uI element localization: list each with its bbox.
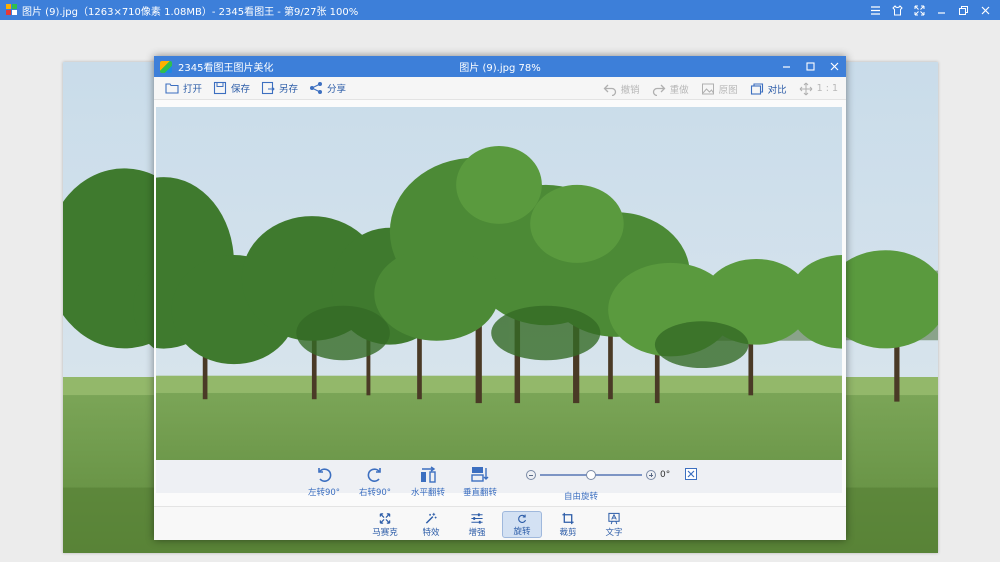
viewer-title-bar: 图片 (9).jpg（1263×710像素 1.08MB）- 2345看图王 -… xyxy=(0,0,1000,20)
crop-icon xyxy=(562,512,574,525)
minimize-icon[interactable] xyxy=(930,0,952,20)
editor-window-controls xyxy=(774,56,846,77)
rotate-panel: 左转90° 右转90° 水平翻转 垂直翻转 0° 自由旋转 xyxy=(156,460,842,502)
editor-image-canvas[interactable] xyxy=(156,107,842,460)
save-as-label: 另存 xyxy=(279,84,299,95)
editor-app-name: 2345看图王图片美化 xyxy=(178,63,274,74)
tab-enhance[interactable]: 增强 xyxy=(457,511,497,538)
editor-minimize-icon[interactable] xyxy=(774,56,798,77)
move-icon xyxy=(799,82,813,95)
share-button[interactable]: 分享 xyxy=(309,81,346,95)
editor-toolbar: 打开 保存 另存 分享 撤销 重做 原图 对比 1: 1 xyxy=(154,77,846,100)
save-as-button[interactable]: 另存 xyxy=(261,81,298,95)
reset-icon xyxy=(687,470,695,478)
compare-label: 对比 xyxy=(767,84,787,96)
slider-track[interactable] xyxy=(540,470,642,480)
tab-mosaic[interactable]: 马赛克 xyxy=(365,511,405,538)
editor-window: 2345看图王图片美化 图片 (9).jpg 78% 打开 保存 另存 分享 撤… xyxy=(154,56,846,540)
rotate-left-label: 左转90° xyxy=(307,488,341,498)
tab-enhance-label: 增强 xyxy=(468,528,486,538)
restore-icon[interactable] xyxy=(952,0,974,20)
tab-effects[interactable]: 特效 xyxy=(411,511,451,538)
viewer-window-controls xyxy=(864,0,996,20)
rotate-left-button[interactable]: 左转90° xyxy=(299,464,349,498)
save-icon xyxy=(213,81,227,95)
undo-label: 撤销 xyxy=(620,84,640,96)
flip-horizontal-icon xyxy=(421,466,436,483)
open-label: 打开 xyxy=(183,84,203,95)
rotate-right-label: 右转90° xyxy=(358,488,392,498)
flip-horizontal-button[interactable]: 水平翻转 xyxy=(403,464,453,498)
free-rotate-label: 自由旋转 xyxy=(564,492,599,502)
redo-label: 重做 xyxy=(669,84,689,96)
editor-maximize-icon[interactable] xyxy=(798,56,822,77)
edited-photo xyxy=(156,107,842,460)
tab-text[interactable]: 文字 xyxy=(594,511,634,538)
sliders-icon xyxy=(471,513,483,524)
share-icon xyxy=(310,82,323,94)
text-icon xyxy=(608,512,620,525)
one-to-one-button[interactable]: 1 : 1 xyxy=(799,82,838,96)
minus-icon[interactable] xyxy=(526,470,536,480)
open-button[interactable]: 打开 xyxy=(165,81,202,95)
share-label: 分享 xyxy=(327,84,347,95)
editor-title-bar[interactable]: 2345看图王图片美化 图片 (9).jpg 78% xyxy=(154,56,846,77)
folder-icon xyxy=(165,83,179,94)
toolbar-right-group: 撤销 重做 原图 对比 1 : 1 xyxy=(591,77,838,100)
rotate-right-icon xyxy=(367,468,381,482)
plus-icon[interactable] xyxy=(646,470,656,480)
menu-icon[interactable] xyxy=(864,0,886,20)
compare-button[interactable]: 对比 xyxy=(750,82,787,96)
editor-logo-icon xyxy=(160,60,172,73)
tab-crop-label: 裁剪 xyxy=(559,528,577,538)
flip-vertical-button[interactable]: 垂直翻转 xyxy=(455,464,505,498)
original-button[interactable]: 原图 xyxy=(701,82,738,96)
viewer-window-title: 图片 (9).jpg（1263×710像素 1.08MB）- 2345看图王 -… xyxy=(22,6,359,18)
close-icon[interactable] xyxy=(974,0,996,20)
editor-close-icon[interactable] xyxy=(822,56,846,77)
compare-icon xyxy=(750,82,763,95)
undo-icon xyxy=(603,84,616,96)
tab-mosaic-label: 马赛克 xyxy=(372,528,398,538)
rotate-icon xyxy=(518,514,527,523)
rotate-right-button[interactable]: 右转90° xyxy=(350,464,400,498)
save-label: 保存 xyxy=(231,84,251,95)
flip-horizontal-label: 水平翻转 xyxy=(410,488,445,498)
redo-button[interactable]: 重做 xyxy=(652,82,689,96)
skin-icon[interactable] xyxy=(886,0,908,20)
redo-icon xyxy=(652,84,666,96)
mosaic-icon xyxy=(379,513,391,524)
save-button[interactable]: 保存 xyxy=(213,81,250,95)
original-image-icon xyxy=(701,83,714,94)
tab-rotate[interactable]: 旋转 xyxy=(502,511,542,538)
tab-crop[interactable]: 裁剪 xyxy=(548,511,588,538)
slider-thumb[interactable] xyxy=(586,470,596,480)
undo-button[interactable]: 撤销 xyxy=(603,82,640,96)
fullscreen-icon[interactable] xyxy=(908,0,930,20)
angle-slider[interactable] xyxy=(526,468,656,482)
editor-tool-tabs: 马赛克 特效 增强 旋转 裁剪 文字 xyxy=(154,506,846,540)
rotate-left-icon xyxy=(318,468,332,482)
angle-value: 0° xyxy=(660,470,671,480)
save-as-icon xyxy=(261,81,275,95)
original-label: 原图 xyxy=(718,84,738,96)
tab-text-label: 文字 xyxy=(605,528,623,538)
tab-rotate-label: 旋转 xyxy=(513,527,531,537)
tab-effects-label: 特效 xyxy=(422,528,440,538)
viewer-app-icon xyxy=(6,4,18,16)
reset-rotation-button[interactable] xyxy=(685,468,697,480)
one-to-one-label: 1 : 1 xyxy=(816,83,838,94)
flip-vertical-icon xyxy=(471,467,489,482)
magic-wand-icon xyxy=(425,512,437,524)
flip-vertical-label: 垂直翻转 xyxy=(462,488,497,498)
